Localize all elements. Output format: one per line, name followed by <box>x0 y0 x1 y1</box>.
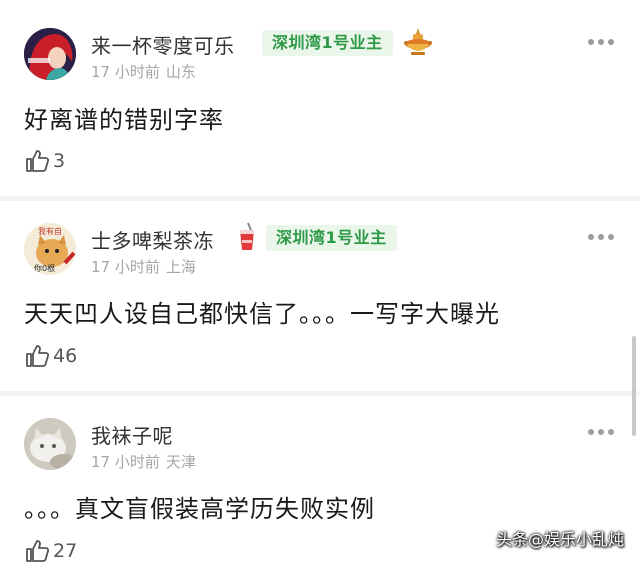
dot-icon <box>598 429 604 435</box>
thumbs-up-icon <box>26 345 50 367</box>
owner-badge[interactable]: 深圳湾1号业主 <box>266 225 397 251</box>
avatar-caption-bottom: 你0根 <box>34 264 56 273</box>
scrollbar[interactable] <box>632 336 636 436</box>
like-count: 27 <box>53 540 78 562</box>
dot-icon <box>608 39 614 45</box>
timestamp: 17 小时前 <box>91 258 160 276</box>
more-options-button[interactable] <box>588 428 614 436</box>
like-count: 46 <box>53 345 78 367</box>
golden-hotpot-icon <box>402 26 434 62</box>
comment-text: 好离谱的错别字率 <box>24 106 224 134</box>
username[interactable]: 士多啤梨茶冻 <box>91 225 214 254</box>
dot-icon <box>588 429 594 435</box>
timestamp: 17 小时前 <box>91 453 160 471</box>
drink-cup-icon <box>236 222 258 256</box>
comment-1: 来一杯零度可乐 深圳湾1号业主 17 小时前 山东 好离谱的错别字率 3 <box>0 0 640 195</box>
mermaid-avatar-icon <box>24 28 76 80</box>
avatar-caption-top: 我有自 <box>38 227 62 236</box>
username[interactable]: 来一杯零度可乐 <box>91 30 235 59</box>
user-avatar[interactable] <box>24 418 76 470</box>
dot-icon <box>588 39 594 45</box>
username[interactable]: 我袜子呢 <box>91 420 173 449</box>
user-avatar[interactable]: 我有自 你0根 <box>24 223 76 275</box>
comment-meta: 17 小时前 山东 <box>91 61 196 82</box>
comment-2: 我有自 你0根 士多啤梨茶冻 深圳湾1号业主 17 小时前 上海 天天凹人设自己都… <box>0 201 640 391</box>
comment-text: 。。。真文盲假装高学历失败实例 <box>24 495 375 523</box>
like-button[interactable]: 27 <box>24 536 77 566</box>
comment-meta: 17 小时前 天津 <box>91 451 196 472</box>
cat-photo-avatar-icon <box>24 418 76 470</box>
more-options-button[interactable] <box>588 38 614 46</box>
dot-icon <box>608 429 614 435</box>
timestamp: 17 小时前 <box>91 63 160 81</box>
thumbs-up-icon <box>26 540 50 562</box>
location: 上海 <box>165 258 196 276</box>
dot-icon <box>608 234 614 240</box>
location: 山东 <box>165 63 196 81</box>
like-button[interactable]: 46 <box>24 341 77 371</box>
comment-meta: 17 小时前 上海 <box>91 256 196 277</box>
more-options-button[interactable] <box>588 233 614 241</box>
location: 天津 <box>165 453 196 471</box>
dot-icon <box>598 234 604 240</box>
like-button[interactable]: 3 <box>24 146 65 176</box>
user-avatar[interactable] <box>24 28 76 80</box>
watermark: 头条@娱乐小乱炖 <box>495 530 624 549</box>
owner-badge[interactable]: 深圳湾1号业主 <box>262 30 393 56</box>
dot-icon <box>598 39 604 45</box>
thumbs-up-icon <box>26 150 50 172</box>
dot-icon <box>588 234 594 240</box>
comment-text: 天天凹人设自己都快信了。。。一写字大曝光 <box>24 300 500 328</box>
like-count: 3 <box>53 150 66 172</box>
